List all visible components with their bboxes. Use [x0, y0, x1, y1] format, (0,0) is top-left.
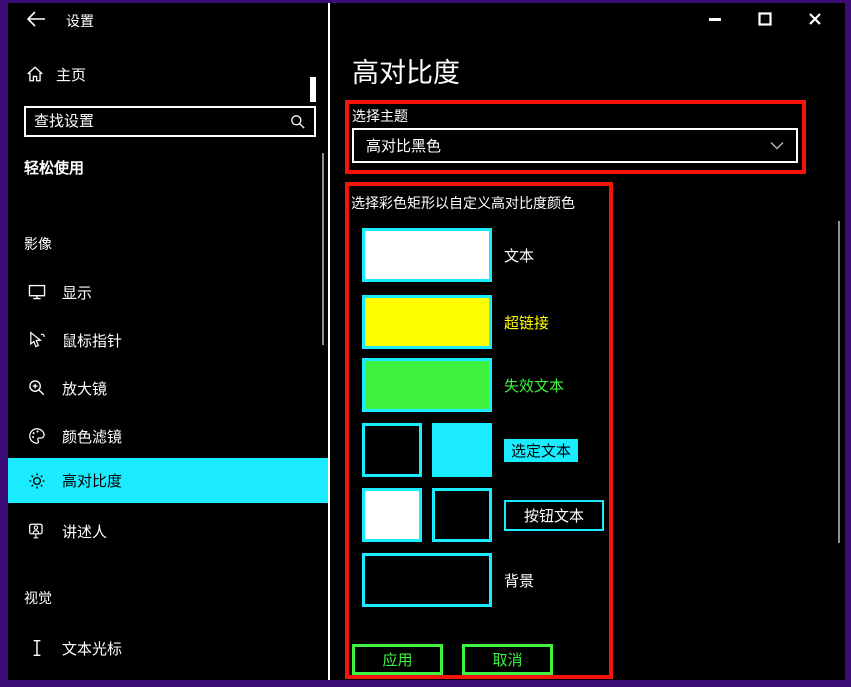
search-input[interactable] — [34, 113, 290, 130]
swatch-row-button-text: 按钮文本 — [362, 488, 604, 542]
sidebar: 设置 主页 轻松使用 影像 — [8, 3, 328, 680]
swatch-row-background: 背景 — [362, 553, 534, 607]
theme-section-label: 选择主题 — [352, 106, 408, 126]
selected-text-sample: 选定文本 — [504, 439, 578, 462]
apply-button[interactable]: 应用 — [352, 644, 443, 675]
sidebar-item-magnifier[interactable]: 放大镜 — [8, 371, 328, 405]
sidebar-item-label: 显示 — [62, 282, 92, 303]
theme-dropdown-value: 高对比黑色 — [366, 135, 770, 156]
sidebar-group-label-1: 影像 — [24, 234, 52, 254]
app-title: 设置 — [66, 11, 94, 31]
sidebar-item-narrator[interactable]: 讲述人 — [8, 514, 328, 548]
magnifier-plus-icon — [28, 379, 46, 397]
sidebar-scrollbar-track-thumb[interactable] — [322, 153, 324, 345]
mouse-pointer-icon — [28, 331, 46, 349]
swatch-row-hyperlinks: 超链接 — [362, 295, 549, 349]
selected-text-fg-swatch[interactable] — [362, 423, 422, 477]
page-title: 高对比度 — [352, 51, 460, 90]
sidebar-item-display[interactable]: 显示 — [8, 275, 328, 309]
ease-of-access-heading: 轻松使用 — [24, 157, 84, 178]
color-filter-icon — [28, 427, 46, 445]
chevron-down-icon — [770, 141, 784, 150]
main-panel: 高对比度 选择主题 高对比黑色 选择彩色矩形以自定义高对比度颜色 文本 超链接 … — [330, 3, 845, 680]
back-button[interactable] — [26, 10, 46, 28]
theme-dropdown[interactable]: 高对比黑色 — [352, 128, 798, 163]
swatch-row-disabled-text: 失效文本 — [362, 358, 564, 412]
colors-section-label: 选择彩色矩形以自定义高对比度颜色 — [351, 193, 575, 213]
sidebar-item-label: 放大镜 — [62, 378, 107, 399]
sidebar-item-text-cursor[interactable]: 文本光标 — [8, 631, 328, 665]
selected-text-bg-swatch[interactable] — [432, 423, 492, 477]
sidebar-item-label: 颜色滤镜 — [62, 426, 122, 447]
minimize-button[interactable] — [706, 10, 724, 28]
high-contrast-sun-icon — [28, 472, 46, 490]
narrator-icon — [28, 522, 46, 540]
swatch-label: 背景 — [504, 570, 534, 591]
sidebar-item-label: 鼠标指针 — [62, 330, 122, 351]
sidebar-item-mouse-pointer[interactable]: 鼠标指针 — [8, 323, 328, 357]
background-color-swatch[interactable] — [362, 553, 492, 607]
text-color-swatch[interactable] — [362, 228, 492, 282]
search-icon[interactable] — [290, 114, 306, 130]
swatch-row-text: 文本 — [362, 228, 534, 282]
main-scrollbar-thumb[interactable] — [838, 221, 840, 543]
sidebar-item-color-filters[interactable]: 颜色滤镜 — [8, 419, 328, 453]
sidebar-item-home[interactable]: 主页 — [26, 63, 86, 85]
sidebar-item-label: 讲述人 — [62, 521, 107, 542]
sidebar-scrollbar-thumb[interactable] — [310, 77, 316, 102]
text-cursor-icon — [28, 639, 46, 657]
swatch-row-selected-text: 选定文本 — [362, 423, 578, 477]
display-icon — [28, 283, 46, 301]
cancel-button[interactable]: 取消 — [462, 644, 553, 675]
sidebar-item-label: 文本光标 — [62, 638, 122, 659]
button-text-fg-swatch[interactable] — [362, 488, 422, 542]
swatch-label: 失效文本 — [504, 375, 564, 396]
swatch-label: 超链接 — [504, 312, 549, 333]
sidebar-item-high-contrast[interactable]: 高对比度 — [8, 458, 328, 503]
home-icon — [26, 65, 44, 83]
close-button[interactable] — [806, 10, 824, 28]
disabled-text-color-swatch[interactable] — [362, 358, 492, 412]
sidebar-item-label: 高对比度 — [62, 470, 122, 491]
home-label: 主页 — [56, 64, 86, 85]
swatch-label: 文本 — [504, 245, 534, 266]
window-controls — [706, 10, 824, 28]
settings-window: 设置 主页 轻松使用 影像 — [0, 0, 851, 687]
button-text-bg-swatch[interactable] — [432, 488, 492, 542]
button-text-sample: 按钮文本 — [504, 500, 604, 531]
search-box[interactable] — [24, 106, 316, 137]
hyperlinks-color-swatch[interactable] — [362, 295, 492, 349]
maximize-button[interactable] — [756, 10, 774, 28]
sidebar-group-label-2: 视觉 — [24, 588, 52, 608]
